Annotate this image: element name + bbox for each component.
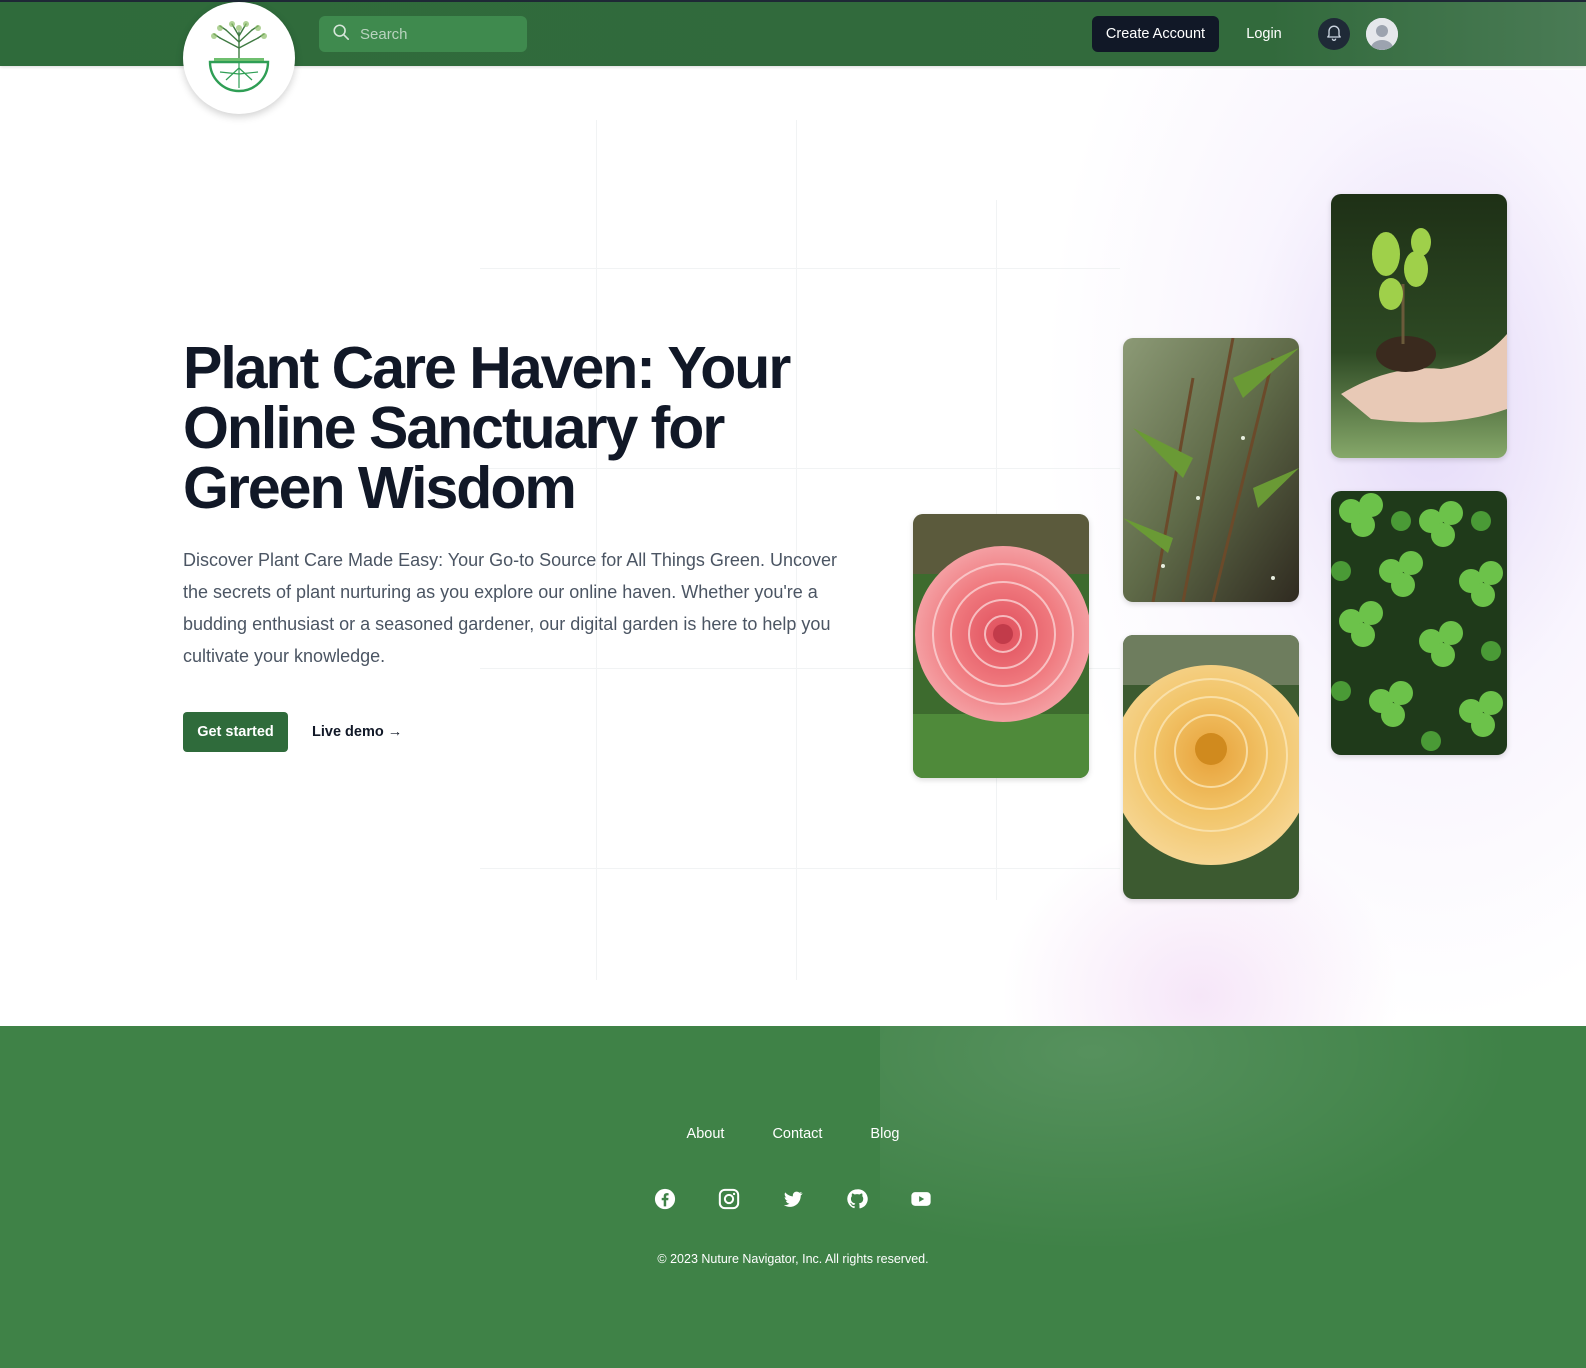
create-account-button[interactable]: Create Account bbox=[1092, 16, 1219, 52]
notifications-button[interactable] bbox=[1318, 18, 1350, 50]
site-footer: About Contact Blog © 2023 Nuture Navigat… bbox=[0, 1026, 1586, 1368]
clover-photo bbox=[1331, 491, 1507, 755]
facebook-icon[interactable] bbox=[654, 1188, 676, 1210]
bell-icon bbox=[1324, 22, 1344, 47]
search-icon bbox=[332, 23, 350, 46]
yellow-dahlia-photo bbox=[1123, 635, 1299, 899]
user-avatar[interactable] bbox=[1366, 18, 1398, 50]
tree-logo-icon bbox=[208, 21, 270, 93]
live-demo-link[interactable]: Live demo → bbox=[312, 712, 402, 752]
youtube-icon[interactable] bbox=[910, 1188, 932, 1210]
hero-title: Plant Care Haven: Your Online Sanctuary … bbox=[183, 335, 791, 521]
instagram-icon[interactable] bbox=[718, 1188, 740, 1210]
footer-nav: About Contact Blog bbox=[0, 1126, 1586, 1142]
get-started-button[interactable]: Get started bbox=[183, 712, 288, 752]
search-box[interactable] bbox=[319, 16, 527, 52]
footer-link-blog[interactable]: Blog bbox=[870, 1126, 899, 1142]
login-button[interactable]: Login bbox=[1232, 16, 1296, 52]
footer-shade bbox=[880, 1026, 1586, 1286]
green-stems-photo bbox=[1123, 338, 1299, 602]
search-input[interactable] bbox=[360, 25, 510, 43]
pink-dahlia-photo bbox=[913, 514, 1089, 778]
site-logo[interactable] bbox=[183, 2, 295, 114]
twitter-icon[interactable] bbox=[782, 1188, 804, 1210]
seedling-in-hand-photo bbox=[1331, 194, 1507, 458]
footer-link-about[interactable]: About bbox=[687, 1126, 725, 1142]
footer-link-contact[interactable]: Contact bbox=[772, 1126, 822, 1142]
social-links bbox=[0, 1188, 1586, 1210]
github-icon[interactable] bbox=[846, 1188, 868, 1210]
copyright-text: © 2023 Nuture Navigator, Inc. All rights… bbox=[657, 1252, 929, 1266]
grid-line bbox=[480, 868, 1120, 869]
hero-description: Discover Plant Care Made Easy: Your Go-t… bbox=[183, 550, 837, 666]
grid-line bbox=[480, 268, 1120, 269]
